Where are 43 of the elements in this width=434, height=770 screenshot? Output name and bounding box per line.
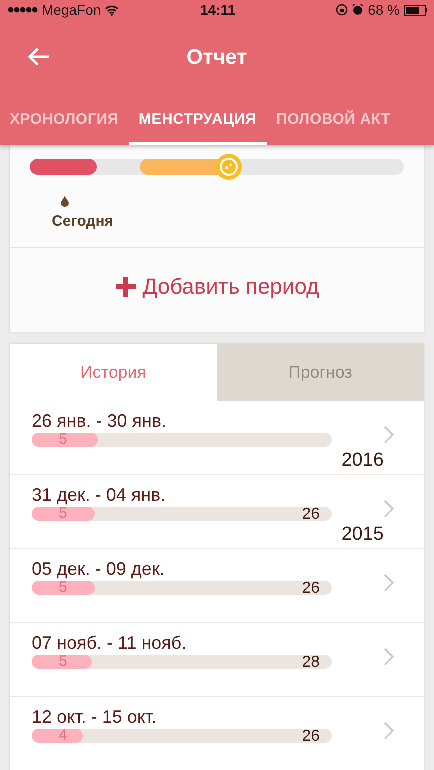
carrier-name: MegaFon [42, 2, 102, 18]
chevron-icon [384, 722, 394, 740]
today-label: Сегодня [52, 213, 114, 230]
signal-icon [8, 7, 38, 13]
chevron-icon [384, 426, 394, 444]
period-row[interactable]: 07 нояб. - 11 нояб. 5 28 [10, 623, 424, 697]
drop-icon [61, 196, 69, 207]
period-days: 5 [59, 579, 68, 596]
chevron-icon [384, 574, 394, 592]
period-days: 5 [59, 505, 68, 522]
year-label: 2015 [342, 524, 384, 546]
period-dates: 31 дек. - 04 янв. [32, 485, 167, 506]
history-tab[interactable]: История [10, 344, 217, 401]
alarm-icon [352, 4, 364, 16]
chevron-icon [384, 648, 394, 666]
period-row[interactable]: 26 янв. - 30 янв. 5 2016 [10, 401, 424, 475]
add-period-button[interactable]: Добавить период [10, 248, 424, 332]
battery-percent: 68 % [368, 2, 400, 18]
cycle-length: 26 [302, 506, 320, 524]
cycle-length: 28 [302, 654, 320, 672]
period-row[interactable]: 05 дек. - 09 дек. 5 26 [10, 549, 424, 623]
chevron-icon [384, 500, 394, 518]
wifi-icon [105, 4, 120, 16]
clock-time: 14:11 [200, 2, 236, 18]
battery-icon [404, 4, 428, 16]
period-days: 4 [59, 727, 68, 744]
back-arrow-icon[interactable] [27, 47, 51, 67]
period-dates: 05 дек. - 09 дек. [32, 559, 166, 580]
period-row[interactable]: 12 окт. - 15 окт. 4 26 [10, 697, 424, 770]
period-days: 5 [59, 653, 68, 670]
period-days: 5 [59, 431, 68, 448]
history-tab[interactable]: Прогноз [217, 344, 424, 401]
ovulation-icon [215, 153, 243, 181]
plus-icon [114, 276, 137, 298]
cycle-length: 26 [302, 728, 320, 746]
period-row[interactable]: 31 дек. - 04 янв. 5 26 2015 [10, 475, 424, 549]
year-label: 2016 [342, 450, 384, 472]
cycle-length: 26 [302, 580, 320, 598]
period-dates: 26 янв. - 30 янв. [32, 411, 168, 432]
screen-title: Отчет [186, 46, 248, 70]
period-dates: 12 окт. - 15 окт. [32, 707, 158, 728]
rotation-lock-icon [336, 4, 348, 16]
period-dates: 07 нояб. - 11 нояб. [32, 633, 188, 654]
